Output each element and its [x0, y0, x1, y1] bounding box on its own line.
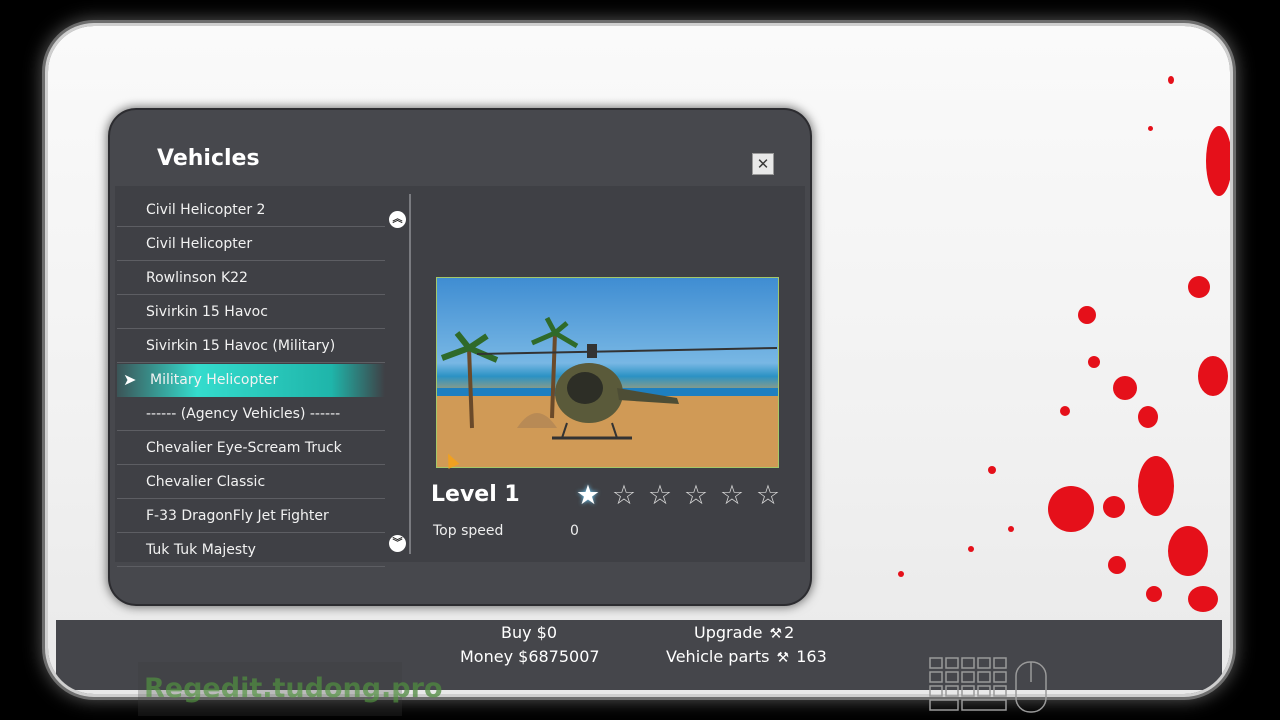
wrench-icon: ⚒: [776, 650, 790, 666]
money-amount: Money $6875007: [460, 647, 600, 666]
star-empty-icon: ☆: [647, 480, 673, 511]
buy-price: Buy $0: [501, 623, 558, 642]
list-item[interactable]: ------ (Agency Vehicles) ------: [117, 398, 385, 431]
list-item-label: Chevalier Classic: [146, 474, 266, 490]
star-empty-icon: ☆: [611, 480, 637, 511]
vehicle-list: Civil Helicopter 2 Civil Helicopter Rowlin…: [117, 194, 385, 568]
close-icon: ✕: [756, 155, 770, 173]
list-item[interactable]: Sivirkin 15 Havoc: [117, 296, 385, 329]
chevrons-up-icon[interactable]: ︽: [389, 211, 406, 228]
list-item[interactable]: Civil Helicopter: [117, 228, 385, 261]
list-item-label: Tuk Tuk Majesty: [146, 542, 256, 558]
list-item-label: Sivirkin 15 Havoc: [146, 304, 268, 320]
panel-content: Civil Helicopter 2 Civil Helicopter Rowlin…: [115, 186, 805, 567]
list-item[interactable]: Rowlinson K22: [117, 262, 385, 295]
list-item-label: F-33 DragonFly Jet Fighter: [146, 508, 329, 524]
star-filled-icon: ★: [575, 480, 601, 511]
list-item[interactable]: Civil Helicopter 2: [117, 194, 385, 227]
list-item-label: Rowlinson K22: [146, 270, 248, 286]
panel-title: Vehicles: [157, 146, 260, 171]
close-button[interactable]: ✕: [752, 153, 774, 175]
stat-label-top-speed: Top speed: [433, 523, 504, 539]
watermark: Regedit.tudong.pro: [138, 662, 443, 716]
star-empty-icon: ☆: [719, 480, 745, 511]
stat-value-top-speed: 0: [570, 523, 579, 539]
selection-arrow-icon: ➤: [123, 370, 137, 389]
list-item[interactable]: Chevalier Eye-Scream Truck: [117, 432, 385, 465]
chevrons-down-icon[interactable]: ︾: [389, 535, 406, 552]
list-item[interactable]: Sivirkin 15 Havoc (Military): [117, 330, 385, 363]
list-item-label: ------ (Agency Vehicles) ------: [146, 406, 341, 422]
list-item-label: Sivirkin 15 Havoc (Military): [146, 338, 336, 354]
scrollbar[interactable]: ︽ ︾: [387, 194, 411, 554]
wrench-icon: ⚒: [769, 626, 783, 642]
vehicle-preview-image: [436, 277, 779, 468]
vehicle-level: Level 1: [431, 482, 520, 507]
list-item-label: Chevalier Eye-Scream Truck: [146, 440, 342, 456]
star-empty-icon: ☆: [683, 480, 709, 511]
list-item-label: Civil Helicopter: [146, 236, 253, 252]
vehicles-panel: Vehicles ✕ Civil Helicopter 2 Civil Helic…: [110, 110, 810, 604]
vehicle-parts: Vehicle parts ⚒ 163: [666, 647, 827, 666]
star-empty-icon: ☆: [755, 480, 781, 511]
keyboard-mouse-icon: [929, 657, 1047, 713]
list-item[interactable]: Chevalier Classic: [117, 466, 385, 499]
list-item-label: Civil Helicopter 2: [146, 202, 266, 218]
upgrade-count: Upgrade ⚒ 2: [694, 623, 795, 642]
list-item[interactable]: F-33 DragonFly Jet Fighter: [117, 500, 385, 533]
level-stars: ★ ☆ ☆ ☆ ☆ ☆: [570, 480, 786, 511]
list-item-label: Military Helicopter: [150, 372, 279, 388]
list-item[interactable]: ➤ Military Helicopter: [117, 364, 385, 397]
list-item[interactable]: Tuk Tuk Majesty: [117, 534, 385, 567]
helicopter-illustration: [437, 316, 778, 467]
